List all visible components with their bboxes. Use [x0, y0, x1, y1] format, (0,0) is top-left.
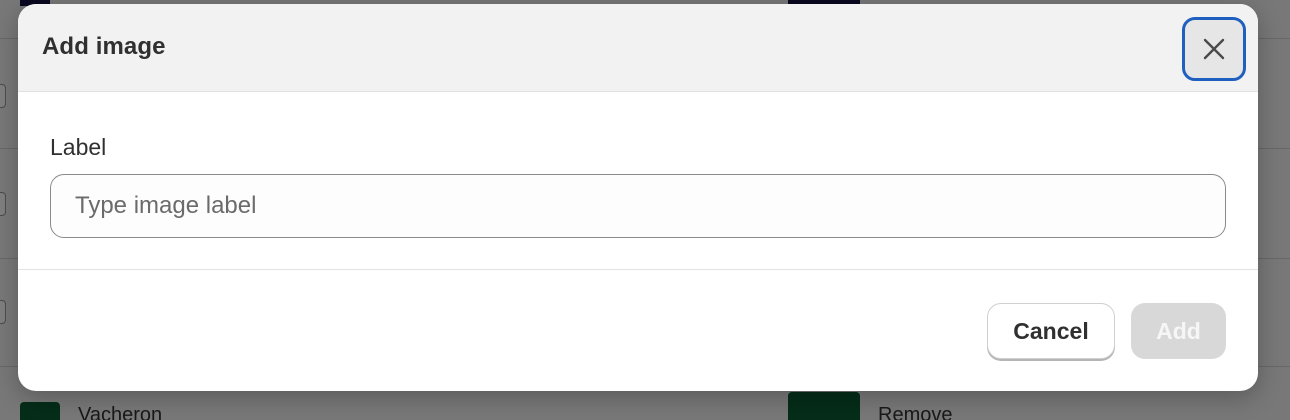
close-button[interactable]	[1182, 17, 1246, 81]
dialog-body: Label	[18, 92, 1258, 270]
add-button[interactable]: Add	[1131, 303, 1226, 359]
label-field-label: Label	[50, 134, 107, 160]
close-icon	[1200, 35, 1228, 63]
dialog-title: Add image	[42, 33, 166, 60]
dialog-header: Add image	[18, 4, 1258, 92]
dialog-footer: Cancel Add	[18, 270, 1258, 391]
image-label-input[interactable]	[50, 174, 1226, 238]
cancel-button[interactable]: Cancel	[987, 303, 1115, 359]
add-image-dialog: Add image Label Cancel Add	[18, 4, 1258, 391]
